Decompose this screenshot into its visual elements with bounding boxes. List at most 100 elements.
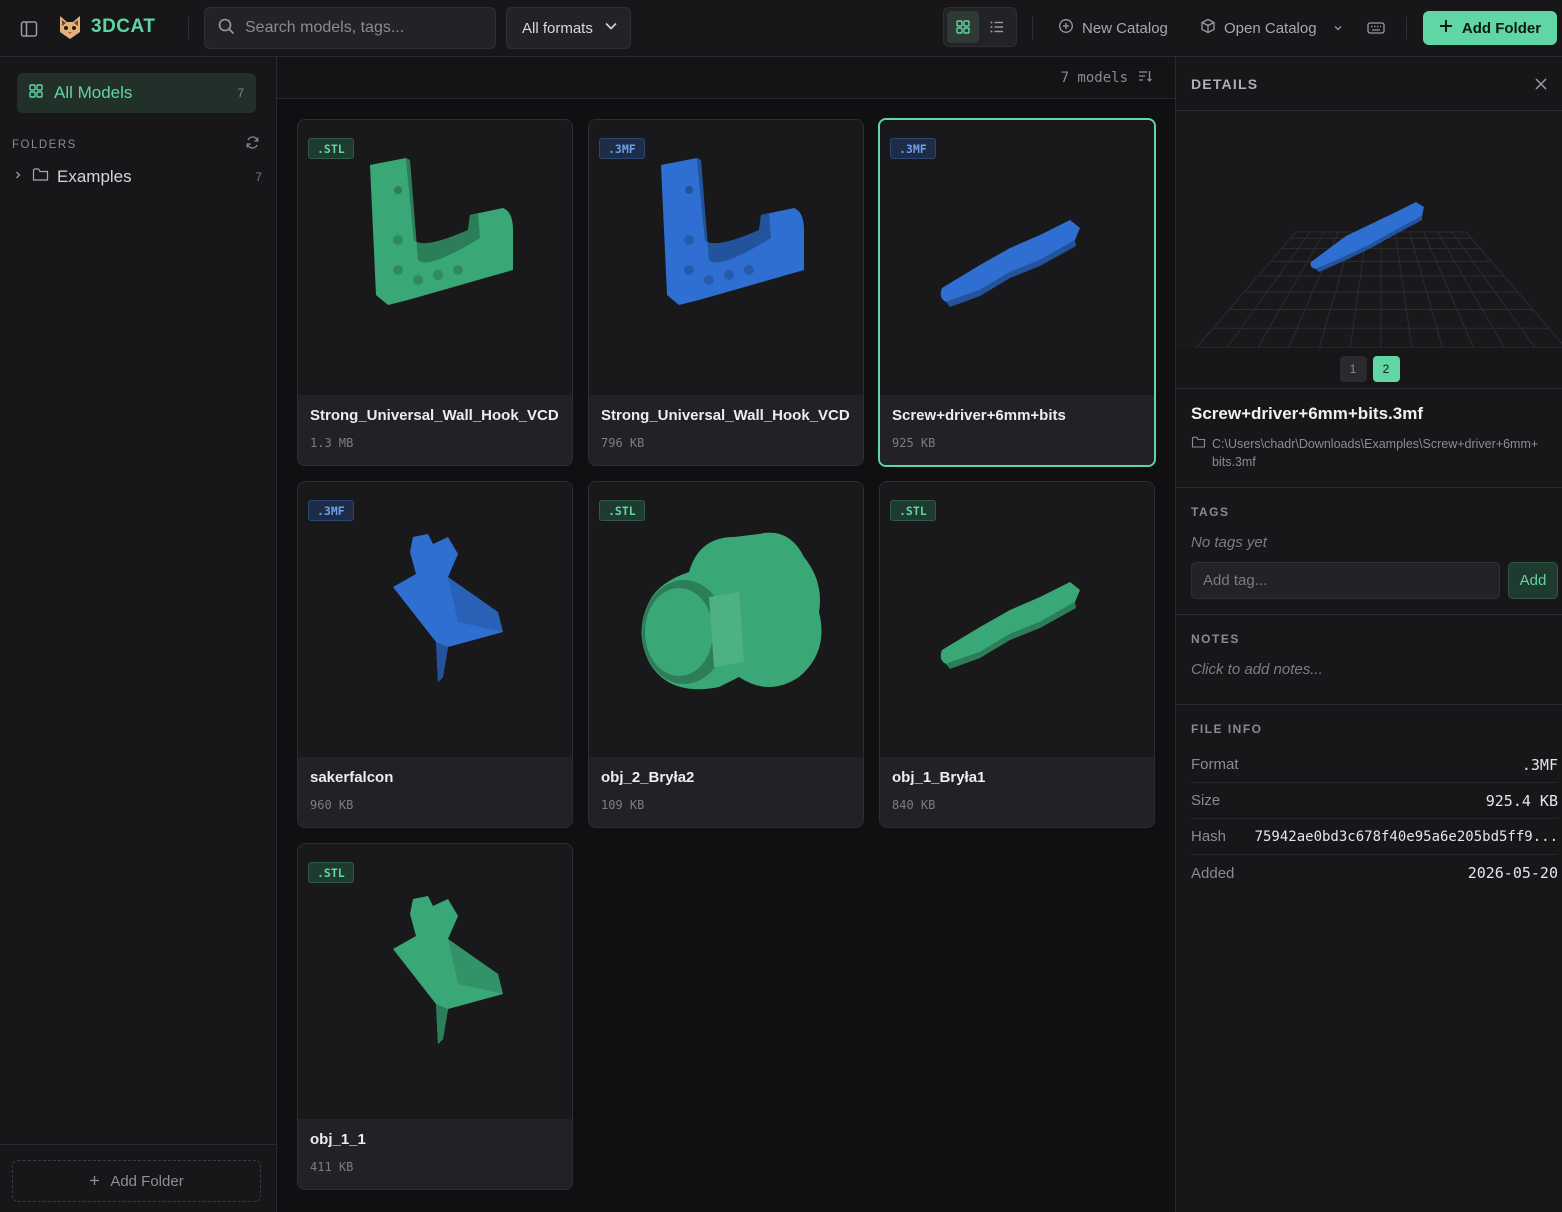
model-thumbnail-render — [940, 582, 1080, 669]
open-catalog-dropdown-icon[interactable] — [1330, 20, 1346, 36]
model-card[interactable]: .STL obj_1_Bryła1 840 KB — [879, 481, 1155, 828]
format-badge: .STL — [599, 500, 645, 521]
tags-title: TAGS — [1191, 505, 1230, 519]
file-info-row: Format .3MF — [1191, 747, 1558, 783]
model-preview-viewport[interactable] — [1176, 112, 1562, 349]
model-card[interactable]: .STL obj_1_1 411 KB — [297, 843, 573, 1190]
details-file-name: Screw+driver+6mm+bits.3mf — [1191, 404, 1423, 423]
file-info-row: Size 925.4 KB — [1191, 783, 1558, 819]
grid-icon — [956, 20, 970, 34]
file-info-value: 925.4 KB — [1485, 791, 1558, 810]
format-badge: .STL — [890, 500, 936, 521]
format-badge: .3MF — [599, 138, 645, 159]
model-thumbnail: .STL — [589, 482, 863, 757]
preview-page-1[interactable]: 1 — [1339, 355, 1367, 382]
all-models-label: All Models — [54, 83, 133, 102]
model-card[interactable]: .STL Strong_Universal_Wall_Hook_VCD 1.3 … — [297, 119, 573, 466]
add-tag-input[interactable] — [1191, 562, 1500, 599]
model-name: obj_2_Bryła2 — [601, 769, 695, 786]
model-thumbnail: .3MF — [880, 120, 1154, 395]
preview-page-2[interactable]: 2 — [1372, 355, 1400, 382]
model-thumbnail-render — [370, 158, 513, 305]
plus-icon — [89, 1173, 100, 1190]
format-badge: .3MF — [308, 500, 354, 521]
model-thumbnail: .STL — [880, 482, 1154, 757]
model-grid-area: 7 models .STL Strong_Universal_Wall_Hook… — [277, 57, 1175, 1212]
add-folder-button[interactable]: Add Folder — [1423, 11, 1557, 45]
model-size: 960 KB — [310, 798, 354, 812]
grid-view-button[interactable] — [947, 11, 979, 43]
model-name: sakerfalcon — [310, 769, 394, 786]
all-models-count: 7 — [237, 86, 244, 100]
chevron-down-icon — [604, 19, 618, 37]
model-card-info: Strong_Universal_Wall_Hook_VCD 1.3 MB — [298, 395, 572, 465]
model-size: 411 KB — [310, 1160, 354, 1174]
keyboard-icon[interactable] — [1365, 17, 1387, 39]
sidebar: All Models 7 FOLDERS Examples 7 Add Fold… — [0, 57, 277, 1212]
model-thumbnail-render — [661, 158, 804, 305]
list-view-button[interactable] — [981, 11, 1013, 43]
model-thumbnail: .STL — [298, 120, 572, 395]
model-thumbnail: .STL — [298, 844, 572, 1119]
no-tags-text: No tags yet — [1191, 534, 1267, 551]
toggle-sidebar-icon[interactable] — [18, 18, 40, 40]
model-name: obj_1_Bryła1 — [892, 769, 986, 786]
cat-logo-icon — [58, 14, 82, 40]
refresh-icon[interactable] — [245, 135, 260, 155]
model-count: 7 models — [1061, 69, 1152, 87]
close-icon[interactable] — [1531, 74, 1551, 94]
sort-icon[interactable] — [1138, 69, 1152, 87]
model-thumbnail: .3MF — [589, 120, 863, 395]
add-tag-button[interactable]: Add — [1508, 562, 1558, 599]
search-input[interactable] — [245, 19, 485, 37]
plus-icon — [1439, 19, 1453, 37]
folders-header: FOLDERS — [12, 135, 260, 155]
sidebar-footer: Add Folder — [0, 1144, 276, 1212]
file-info-title: FILE INFO — [1191, 722, 1263, 736]
model-card[interactable]: .3MF Screw+driver+6mm+bits 925 KB — [878, 118, 1156, 467]
folder-item-examples[interactable]: Examples 7 — [12, 164, 262, 190]
view-toggle — [943, 7, 1017, 47]
divider — [1032, 17, 1033, 39]
file-info-row: Hash 75942ae0bd3c678f40e95a6e205bd5ff9..… — [1191, 819, 1558, 855]
search-box[interactable] — [204, 7, 496, 49]
file-info-value: .3MF — [1521, 755, 1558, 774]
chevron-right-icon[interactable] — [12, 168, 24, 186]
app-logo-text: 3DCAT — [91, 16, 156, 37]
details-path-text: C:\Users\chadr\Downloads\Examples\Screw+… — [1212, 437, 1539, 469]
model-name: Strong_Universal_Wall_Hook_VCD — [601, 407, 850, 424]
add-folder-label: Add Folder — [1461, 19, 1542, 37]
model-size: 840 KB — [892, 798, 936, 812]
plus-circle-icon — [1058, 18, 1074, 38]
model-card[interactable]: .3MF Strong_Universal_Wall_Hook_VCD 796 … — [588, 119, 864, 466]
model-thumbnail-render — [641, 532, 822, 690]
details-panel: DETAILS 1 2 Screw+driver+6mm+bits.3mf C:… — [1175, 57, 1562, 1212]
model-card-info: Screw+driver+6mm+bits 925 KB — [880, 395, 1154, 465]
new-catalog-button[interactable]: New Catalog — [1058, 17, 1168, 39]
box-icon — [1200, 18, 1216, 38]
model-card-info: obj_2_Bryła2 109 KB — [589, 757, 863, 827]
model-card[interactable]: .3MF sakerfalcon 960 KB — [297, 481, 573, 828]
open-catalog-button[interactable]: Open Catalog — [1200, 17, 1317, 39]
sidebar-add-folder-button[interactable]: Add Folder — [12, 1160, 261, 1202]
file-info-key: Format — [1191, 756, 1239, 773]
model-card-info: obj_1_Bryła1 840 KB — [880, 757, 1154, 827]
divider — [1406, 17, 1407, 39]
details-file-path: C:\Users\chadr\Downloads\Examples\Screw+… — [1191, 435, 1551, 471]
model-size: 109 KB — [601, 798, 645, 812]
sidebar-add-folder-label: Add Folder — [110, 1172, 184, 1190]
sidebar-item-all-models[interactable]: All Models 7 — [17, 73, 256, 113]
details-title: DETAILS — [1191, 76, 1259, 92]
model-size: 1.3 MB — [310, 436, 354, 450]
model-name: obj_1_1 — [310, 1131, 366, 1148]
model-name: Strong_Universal_Wall_Hook_VCD — [310, 407, 559, 424]
file-info-value: 2026-05-20 — [1467, 864, 1558, 882]
folder-icon — [1191, 435, 1206, 471]
format-badge: .STL — [308, 862, 354, 883]
model-card[interactable]: .STL obj_2_Bryła2 109 KB — [588, 481, 864, 828]
notes-placeholder[interactable]: Click to add notes... — [1191, 661, 1323, 678]
model-thumbnail-render — [393, 534, 503, 682]
search-icon — [217, 17, 235, 40]
format-select[interactable]: All formats — [506, 7, 631, 49]
model-card-info: obj_1_1 411 KB — [298, 1119, 572, 1189]
